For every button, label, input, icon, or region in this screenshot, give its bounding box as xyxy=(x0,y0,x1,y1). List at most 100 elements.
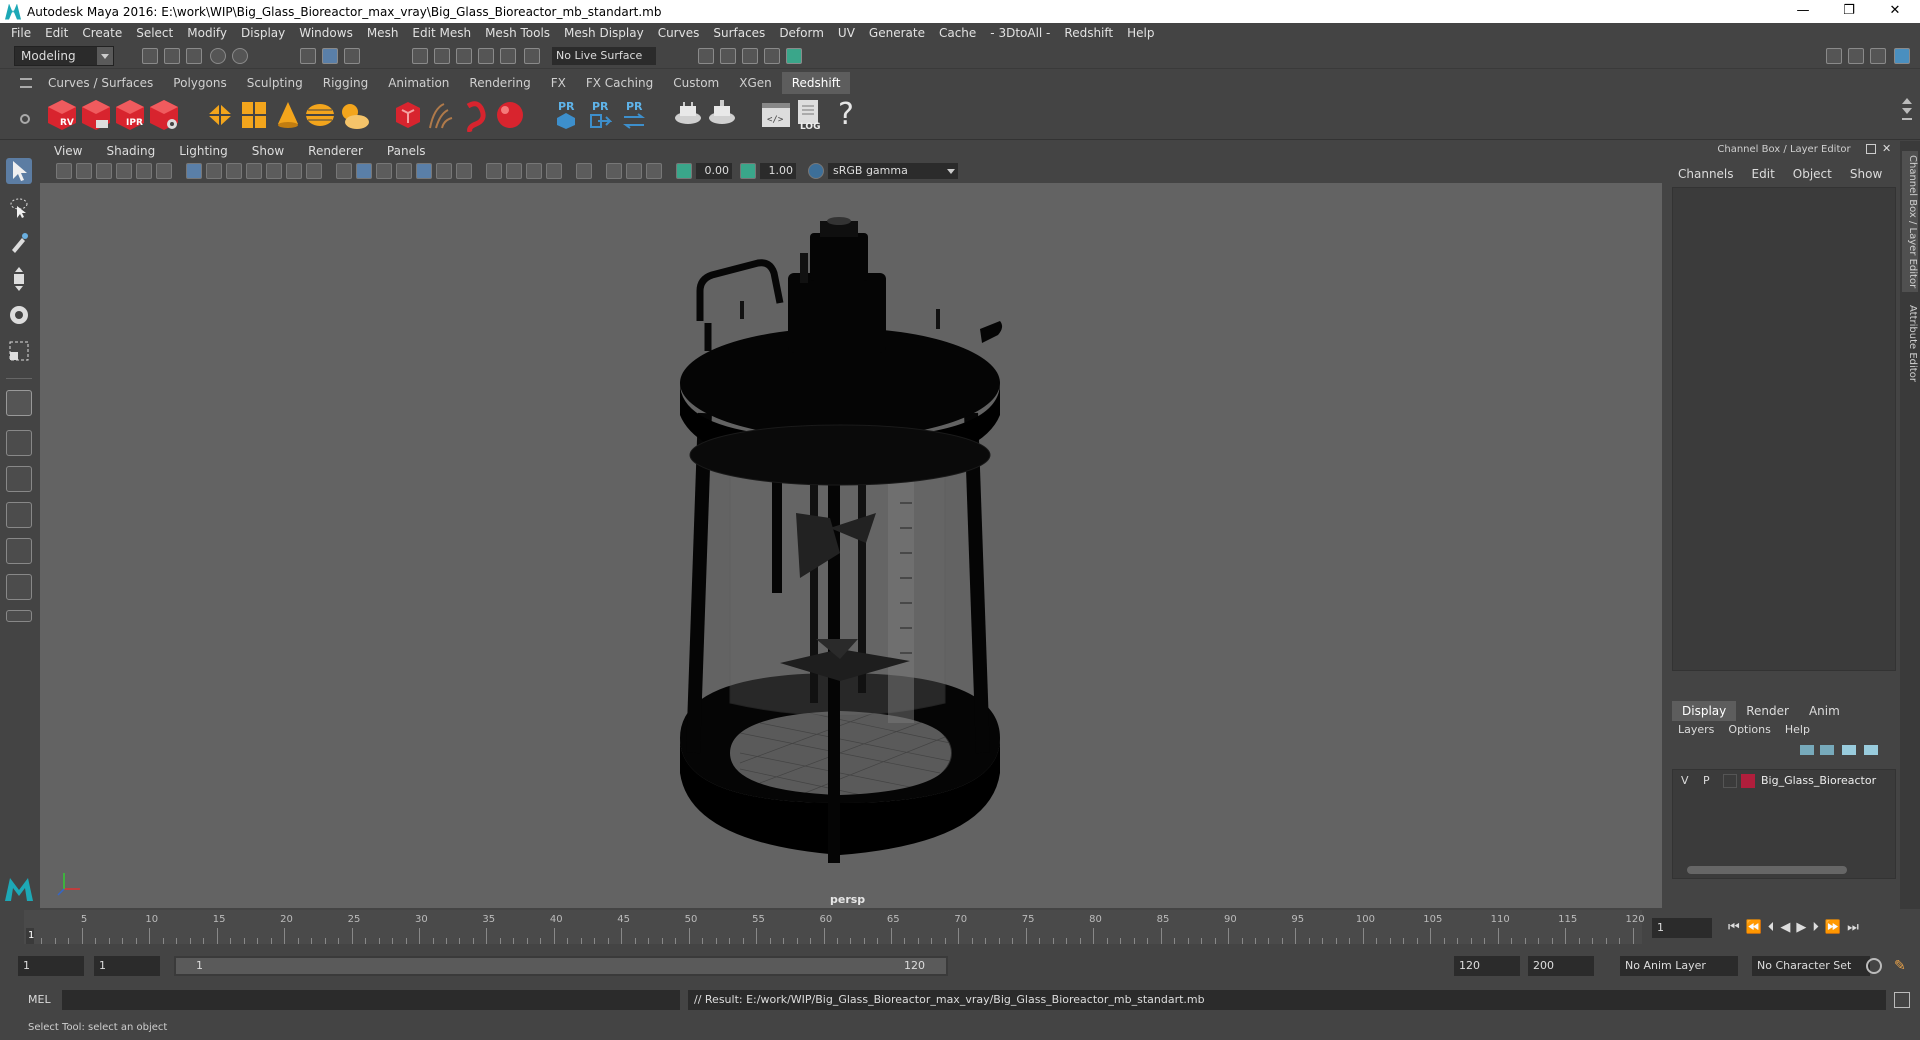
safe-title-icon[interactable] xyxy=(306,163,322,179)
channel-box-menu-edit[interactable]: Edit xyxy=(1752,167,1775,181)
layer-name[interactable]: Big_Glass_Bioreactor xyxy=(1761,774,1876,787)
move-layer-down-icon[interactable] xyxy=(1820,745,1834,755)
gamma-field[interactable]: 1.00 xyxy=(760,163,796,179)
new-scene-icon[interactable] xyxy=(142,48,158,64)
close-icon[interactable]: ✕ xyxy=(1882,143,1894,155)
auto-key-icon[interactable] xyxy=(1866,958,1882,974)
menu-file[interactable]: File xyxy=(4,26,38,40)
wireframe-on-shaded-icon[interactable] xyxy=(396,163,412,179)
layout-options-icon[interactable] xyxy=(6,610,32,622)
go-to-start-icon[interactable]: ⏮ xyxy=(1728,920,1740,935)
grid-icon[interactable] xyxy=(186,163,202,179)
tab-fx[interactable]: FX xyxy=(540,72,576,94)
pr-transfer-icon[interactable]: PR xyxy=(618,98,650,132)
layer-color-swatch[interactable] xyxy=(1741,774,1755,788)
redshift-spot-light-icon[interactable] xyxy=(272,98,304,132)
play-backward-icon[interactable]: ◀ xyxy=(1780,920,1790,935)
channel-box-menu-channels[interactable]: Channels xyxy=(1678,167,1734,181)
redshift-dome-light-icon[interactable] xyxy=(304,98,336,132)
menu-cache[interactable]: Cache xyxy=(932,26,983,40)
go-to-end-icon[interactable]: ⏭ xyxy=(1847,920,1859,935)
use-all-lights-icon[interactable] xyxy=(436,163,452,179)
menu-edit-mesh[interactable]: Edit Mesh xyxy=(405,26,478,40)
render-current-frame-icon[interactable] xyxy=(698,48,714,64)
new-layer-selected-icon[interactable] xyxy=(1864,745,1878,755)
tab-anim[interactable]: Anim xyxy=(1799,701,1850,721)
outliner-persp-layout-icon[interactable] xyxy=(6,574,32,600)
step-forward-key-icon[interactable]: ⏩ xyxy=(1825,920,1841,935)
view-transform-select[interactable]: sRGB gamma xyxy=(828,163,958,179)
layer-playback-toggle[interactable]: P xyxy=(1703,774,1710,787)
move-tool-icon[interactable] xyxy=(6,266,32,292)
redshift-proxy-icon[interactable] xyxy=(392,98,424,132)
safe-action-icon[interactable] xyxy=(286,163,302,179)
grease-pencil-icon[interactable] xyxy=(156,163,172,179)
hypershade-icon[interactable] xyxy=(764,48,780,64)
menu-windows[interactable]: Windows xyxy=(292,26,360,40)
select-hierarchy-icon[interactable] xyxy=(300,48,316,64)
lasso-tool-icon[interactable] xyxy=(6,194,32,220)
channel-box-menu-object[interactable]: Object xyxy=(1793,167,1832,181)
gate-mask-icon[interactable] xyxy=(246,163,262,179)
restore-button[interactable]: ❐ xyxy=(1826,0,1872,23)
rotate-tool-icon[interactable] xyxy=(6,302,32,328)
viewport-menu-view[interactable]: View xyxy=(40,144,92,158)
scale-tool-icon[interactable] xyxy=(6,338,32,364)
snap-point-icon[interactable] xyxy=(456,48,472,64)
redo-icon[interactable] xyxy=(232,48,248,64)
time-slider[interactable]: 5 10 15 20 25 30 35 40 45 50 55 60 65 70 75 80 85 90 95 100… xyxy=(24,910,1645,944)
pr-import-icon[interactable]: PR xyxy=(584,98,616,132)
select-camera-icon[interactable] xyxy=(56,163,72,179)
redshift-bake-icon[interactable] xyxy=(672,98,704,132)
resolution-gate-icon[interactable] xyxy=(226,163,242,179)
two-d-pan-zoom-icon[interactable] xyxy=(136,163,152,179)
textured-icon[interactable] xyxy=(416,163,432,179)
gear-icon[interactable] xyxy=(20,114,30,124)
menu-help[interactable]: Help xyxy=(1120,26,1161,40)
menu-edit[interactable]: Edit xyxy=(38,26,75,40)
color-management-icon[interactable] xyxy=(808,163,824,179)
xray-icon[interactable] xyxy=(606,163,622,179)
viewport-menu-renderer[interactable]: Renderer xyxy=(294,144,373,158)
tab-polygons[interactable]: Polygons xyxy=(163,72,237,94)
isolate-select-icon[interactable] xyxy=(576,163,592,179)
close-window-button[interactable]: ✕ xyxy=(1872,0,1918,23)
anim-layer-select[interactable]: No Anim Layer xyxy=(1620,956,1738,976)
script-editor-icon[interactable]: </> xyxy=(760,98,792,132)
persp-outliner-layout-icon[interactable] xyxy=(6,466,32,492)
menu-display[interactable]: Display xyxy=(234,26,292,40)
redshift-material-icon[interactable] xyxy=(494,98,526,132)
layer-visibility-toggle[interactable]: V xyxy=(1681,774,1689,787)
play-forward-icon[interactable]: ▶ xyxy=(1796,920,1806,935)
new-layer-icon[interactable] xyxy=(1842,745,1856,755)
playback-start-field[interactable]: 1 xyxy=(94,956,160,976)
single-perspective-layout-icon[interactable] xyxy=(6,390,32,416)
layer-menu-layers[interactable]: Layers xyxy=(1678,723,1714,736)
select-component-icon[interactable] xyxy=(344,48,360,64)
redshift-area-light-icon[interactable] xyxy=(238,98,270,132)
multisample-aa-icon[interactable] xyxy=(526,163,542,179)
tab-display[interactable]: Display xyxy=(1672,701,1737,721)
tab-sculpting[interactable]: Sculpting xyxy=(236,72,313,94)
bookmark-icon[interactable] xyxy=(96,163,112,179)
time-slider-track[interactable] xyxy=(24,910,1642,944)
anim-preferences-icon[interactable]: ✎ xyxy=(1894,958,1910,974)
snap-curve-icon[interactable] xyxy=(434,48,450,64)
character-set-select[interactable]: No Character Set xyxy=(1752,956,1870,976)
redshift-volume-icon[interactable] xyxy=(460,98,492,133)
motion-blur-icon[interactable] xyxy=(506,163,522,179)
float-panel-icon[interactable] xyxy=(1866,144,1876,154)
shelf-menu-icon[interactable] xyxy=(20,78,32,88)
side-tab-channel-box[interactable]: Channel Box / Layer Editor xyxy=(1902,151,1918,293)
help-icon[interactable]: ? xyxy=(830,98,862,132)
tab-custom[interactable]: Custom xyxy=(663,72,730,94)
step-back-key-icon[interactable]: ⏪ xyxy=(1746,920,1762,935)
exposure-field[interactable]: 0.00 xyxy=(696,163,732,179)
mode-selector[interactable]: Modeling xyxy=(14,46,114,66)
render-settings-icon[interactable] xyxy=(742,48,758,64)
menu-redshift[interactable]: Redshift xyxy=(1057,26,1120,40)
redshift-settings-icon[interactable] xyxy=(148,98,180,132)
script-editor-button[interactable] xyxy=(1894,992,1910,1008)
side-tab-attribute-editor[interactable]: Attribute Editor xyxy=(1902,301,1918,386)
menu-deform[interactable]: Deform xyxy=(772,26,831,40)
